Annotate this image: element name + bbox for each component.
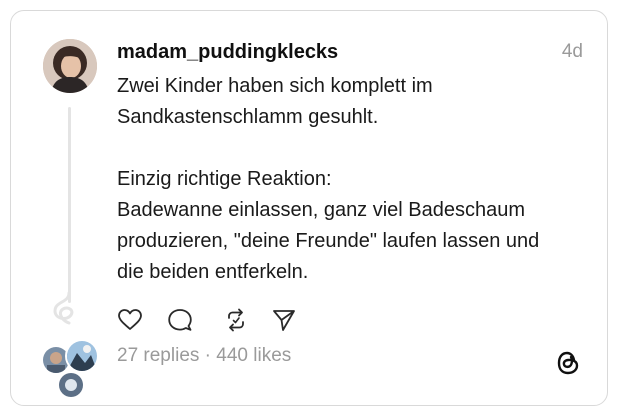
replier-avatar — [65, 339, 99, 373]
like-button[interactable] — [117, 307, 143, 333]
reply-avatars — [41, 339, 101, 399]
post-username[interactable]: madam_puddingklecks — [117, 41, 338, 64]
send-icon — [273, 310, 295, 331]
engagement-stats[interactable]: 27 replies · 440 likes — [117, 345, 291, 367]
post-text: Zwei Kinder haben sich komplett im Sandk… — [117, 75, 540, 283]
share-button[interactable] — [271, 307, 297, 333]
post-card: madam_puddingklecks 4d Zwei Kinder haben… — [10, 10, 608, 406]
repost-button[interactable] — [223, 307, 249, 333]
author-avatar[interactable] — [43, 39, 97, 93]
repost-icon — [228, 308, 244, 332]
reply-button[interactable] — [167, 307, 193, 333]
thread-line — [68, 107, 71, 303]
thread-curl-icon — [53, 291, 74, 325]
threads-logo-icon — [557, 351, 579, 375]
post-timestamp: 4d — [561, 41, 583, 62]
heart-icon — [118, 309, 142, 330]
comment-icon — [168, 309, 192, 331]
replier-avatar — [57, 371, 85, 399]
